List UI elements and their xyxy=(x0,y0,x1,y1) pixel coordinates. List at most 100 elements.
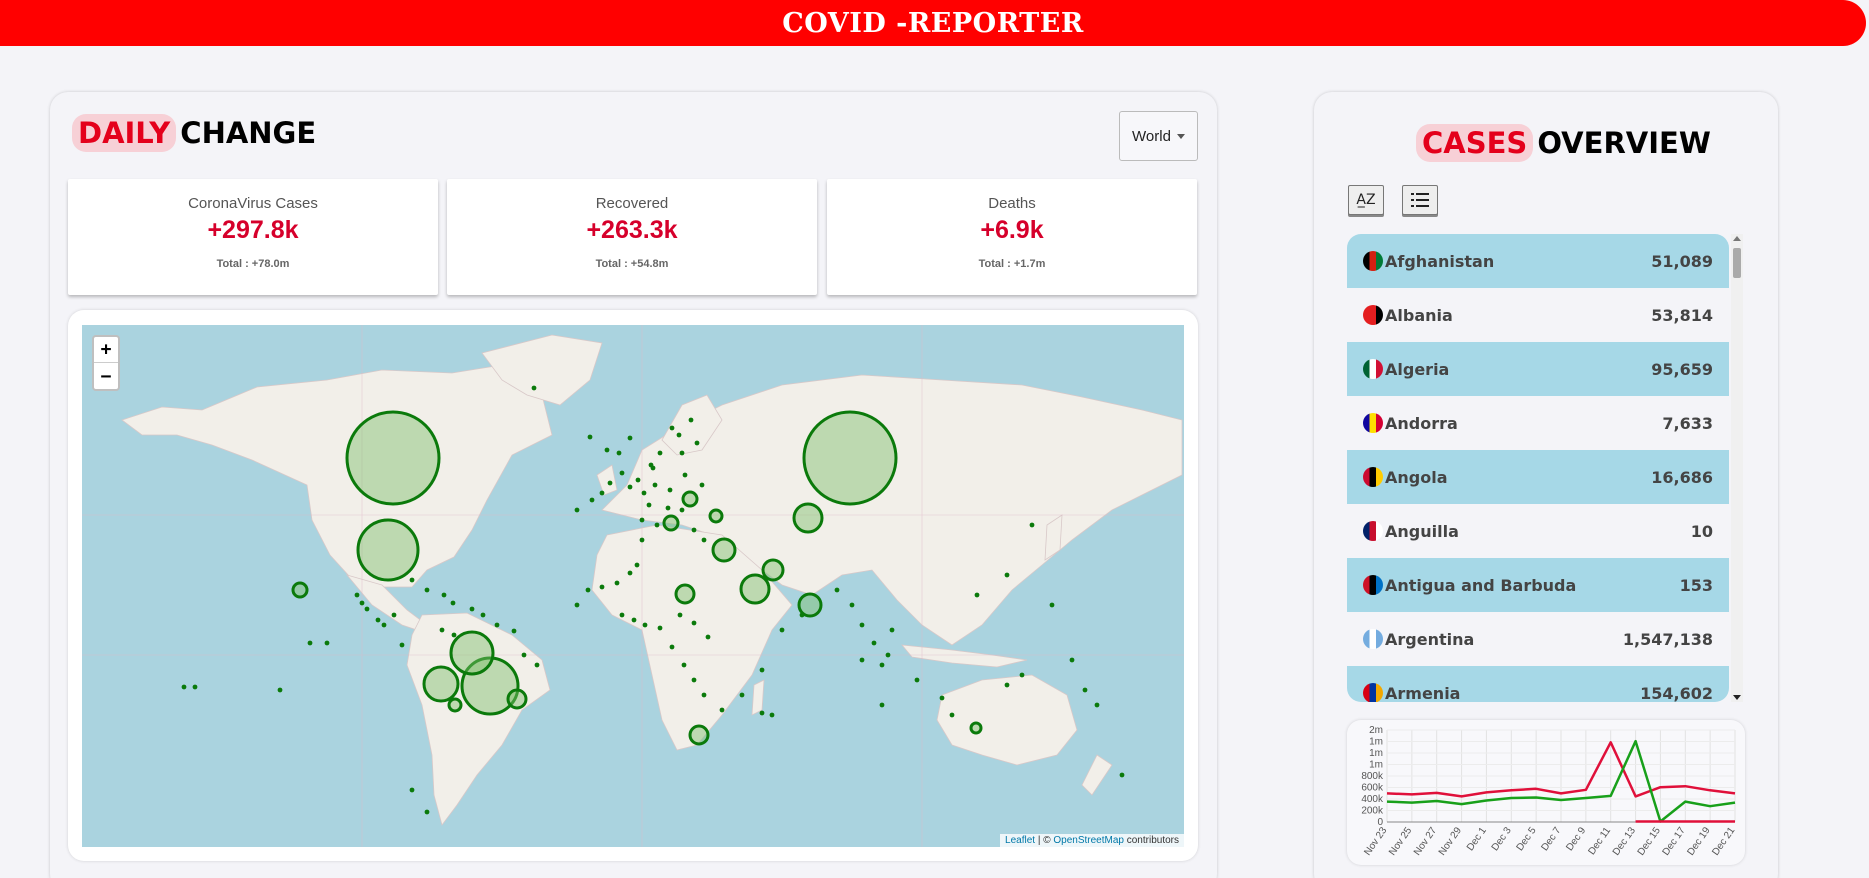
x-tick-label: Nov 27 xyxy=(1412,825,1439,858)
case-marker xyxy=(739,573,771,605)
case-marker-small xyxy=(699,482,705,488)
land-masses xyxy=(121,334,1183,826)
flag-icon xyxy=(1363,521,1383,541)
sort-alpha-icon: A̲Z xyxy=(1356,192,1376,208)
case-marker-small xyxy=(681,662,687,668)
land-uk xyxy=(596,464,618,496)
world-map[interactable]: Leaflet | © OpenStreetMap contributors xyxy=(82,325,1184,847)
case-marker-small xyxy=(1004,682,1010,688)
case-marker-small xyxy=(1019,672,1025,678)
list-icon xyxy=(1411,193,1429,207)
case-marker-small xyxy=(450,600,456,606)
map-attribution: Leaflet | © OpenStreetMap contributors xyxy=(1000,834,1184,847)
sort-list-button[interactable] xyxy=(1402,185,1438,215)
country-row[interactable]: Armenia 154,602 xyxy=(1347,666,1729,702)
scroll-down-icon[interactable] xyxy=(1733,695,1741,700)
case-marker-small xyxy=(642,622,648,628)
country-cases: 1,547,138 xyxy=(1622,629,1713,649)
region-select[interactable]: World xyxy=(1119,111,1198,161)
case-marker-small xyxy=(639,537,645,543)
leaflet-link[interactable]: Leaflet xyxy=(1005,835,1035,846)
country-row[interactable]: Argentina 1,547,138 xyxy=(1347,612,1729,666)
flag-icon xyxy=(1363,251,1383,271)
country-row[interactable]: Afghanistan 51,089 xyxy=(1347,234,1729,288)
case-marker xyxy=(422,665,460,703)
flag-icon xyxy=(1363,413,1383,433)
attribution-sep: | © xyxy=(1035,835,1054,846)
country-name: Armenia xyxy=(1385,683,1461,703)
scroll-thumb[interactable] xyxy=(1733,248,1741,278)
list-scrollbar[interactable] xyxy=(1731,234,1743,702)
zoom-out-button[interactable]: − xyxy=(94,363,118,389)
country-row[interactable]: Andorra 7,633 xyxy=(1347,396,1729,450)
country-list[interactable]: Afghanistan 51,089 Albania 53,814 Algeria 95,… xyxy=(1347,234,1729,702)
case-marker-small xyxy=(859,622,865,628)
case-marker xyxy=(674,583,696,605)
case-marker-small xyxy=(669,425,675,431)
country-cases: 153 xyxy=(1679,575,1713,595)
region-select-value: World xyxy=(1132,127,1171,145)
case-marker-small xyxy=(677,612,683,618)
x-tick-label: Nov 25 xyxy=(1387,825,1414,858)
case-marker-small xyxy=(665,505,671,511)
zoom-in-button[interactable]: + xyxy=(94,337,118,363)
country-cases: 154,602 xyxy=(1640,683,1713,703)
card-total: Total : +1.7m xyxy=(978,258,1046,270)
y-tick-label: 1m xyxy=(1369,760,1383,771)
case-marker-small xyxy=(652,482,658,488)
case-marker-small xyxy=(399,642,405,648)
map-canvas[interactable] xyxy=(82,325,1184,847)
case-marker-small xyxy=(574,507,580,513)
case-marker-small xyxy=(759,710,765,716)
y-tick-label: 400k xyxy=(1361,794,1384,805)
trend-chart: 2m 1m 1m 1m 800k 600k 400k 200k 0 Nov 23 Nov 25 Nov… xyxy=(1347,720,1745,865)
case-marker-small xyxy=(669,644,675,650)
country-row[interactable]: Algeria 95,659 xyxy=(1347,342,1729,396)
x-tick-label: Nov 23 xyxy=(1362,825,1389,858)
case-marker-small xyxy=(494,622,500,628)
case-marker-small xyxy=(451,632,457,638)
x-tick-label: Nov 29 xyxy=(1437,825,1464,858)
x-tick-label: Dec 5 xyxy=(1515,825,1539,853)
case-marker-small xyxy=(574,602,580,608)
case-marker xyxy=(681,490,699,508)
case-marker-small xyxy=(607,480,613,486)
sort-alpha-button[interactable]: A̲Z xyxy=(1348,185,1384,215)
case-marker-small xyxy=(676,432,682,438)
case-marker-small xyxy=(391,612,397,618)
country-row[interactable]: Angola 16,686 xyxy=(1347,450,1729,504)
country-row[interactable]: Anguilla 10 xyxy=(1347,504,1729,558)
card-value: +6.9k xyxy=(980,216,1044,244)
zoom-control: + − xyxy=(92,335,120,391)
osm-link[interactable]: OpenStreetMap xyxy=(1053,835,1124,846)
flag-icon xyxy=(1363,467,1383,487)
x-tick-label: Dec 19 xyxy=(1685,825,1712,858)
x-tick-label: Dec 13 xyxy=(1611,825,1638,858)
case-marker-small xyxy=(409,577,415,583)
app-header: COVID -REPORTER xyxy=(0,0,1866,46)
case-marker-small xyxy=(324,640,330,646)
case-marker xyxy=(356,518,420,582)
case-marker-small xyxy=(480,612,486,618)
land-australia xyxy=(936,674,1078,766)
case-marker xyxy=(345,410,441,506)
scroll-up-icon[interactable] xyxy=(1733,236,1741,241)
case-marker-small xyxy=(1049,602,1055,608)
case-marker-small xyxy=(521,652,527,658)
case-marker-small xyxy=(682,472,688,478)
daily-change-title: DAILY CHANGE xyxy=(72,114,316,152)
card-label: Deaths xyxy=(988,195,1036,212)
case-marker-small xyxy=(639,517,645,523)
country-name: Argentina xyxy=(1385,629,1475,649)
x-tick-label: Dec 11 xyxy=(1586,825,1613,857)
deaths-card: Deaths +6.9k Total : +1.7m xyxy=(827,179,1197,295)
app-title: COVID -REPORTER xyxy=(782,7,1084,39)
country-row[interactable]: Antigua and Barbuda 153 xyxy=(1347,558,1729,612)
case-marker-small xyxy=(667,487,673,493)
case-marker-small xyxy=(949,712,955,718)
case-marker-small xyxy=(616,450,622,456)
case-marker-small xyxy=(192,684,198,690)
case-marker-small xyxy=(307,640,313,646)
case-marker-small xyxy=(885,652,891,658)
country-row[interactable]: Albania 53,814 xyxy=(1347,288,1729,342)
